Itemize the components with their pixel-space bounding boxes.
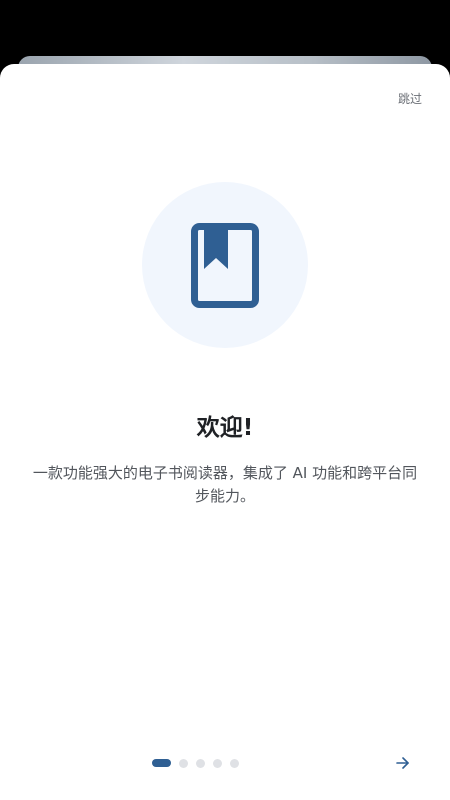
page-dot — [213, 758, 222, 768]
page-dot — [230, 758, 239, 768]
status-bar — [0, 0, 450, 56]
page-dot — [179, 758, 188, 768]
arrow-right-icon — [396, 757, 409, 769]
page-title: 欢迎! — [196, 415, 254, 441]
skip-button[interactable]: 跳过 — [398, 90, 422, 107]
page-description: 一款功能强大的电子书阅读器，集成了 AI 功能和跨平台同步能力。 — [32, 464, 418, 505]
page-dot — [196, 758, 205, 768]
book-bookmark-icon — [191, 223, 259, 308]
next-button[interactable] — [394, 755, 412, 771]
page-dot-active — [152, 759, 171, 767]
page-indicator — [152, 758, 239, 768]
